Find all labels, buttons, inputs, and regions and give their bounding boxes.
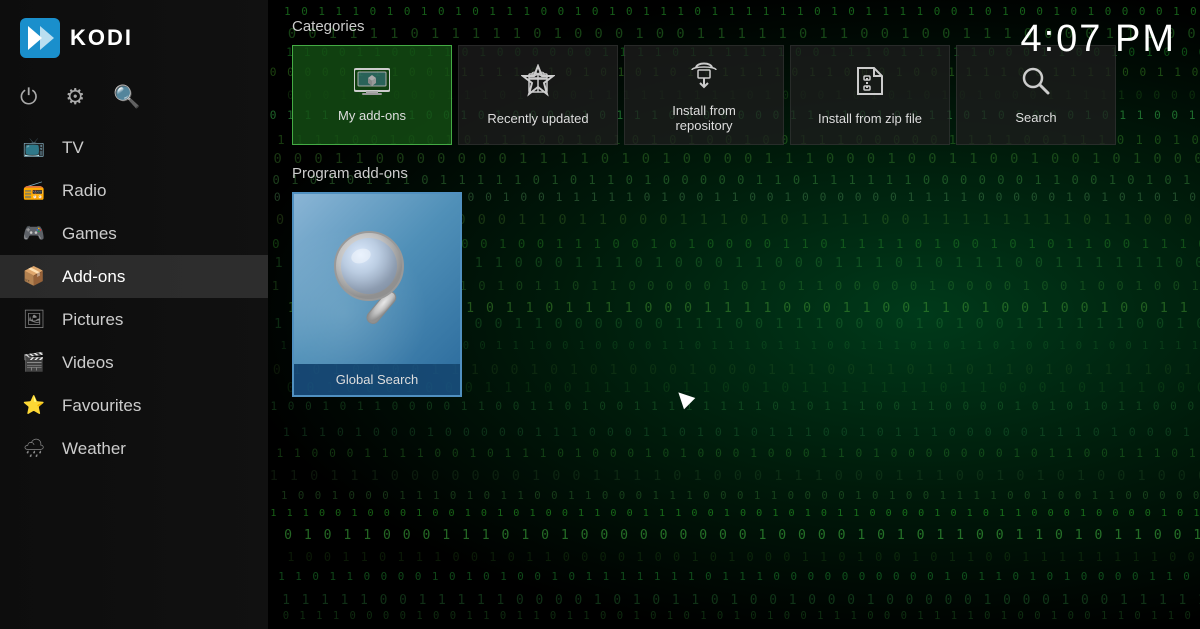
my-addons-label: My add-ons (338, 108, 406, 123)
sidebar-label-videos: Videos (62, 353, 114, 373)
sidebar-item-tv[interactable]: 📺 TV (0, 126, 268, 169)
content-area: 4:07 PM Categories (268, 0, 1200, 629)
power-button[interactable]: ⏻ (20, 84, 37, 110)
sidebar-label-weather: Weather (62, 439, 126, 459)
kodi-logo-icon (20, 18, 60, 58)
sidebar-item-addons[interactable]: 📦 Add-ons (0, 255, 268, 298)
sidebar-label-tv: TV (62, 138, 84, 158)
search-label: Search (1015, 110, 1056, 125)
sidebar-icon-row: ⏻ ⚙ 🔍 (0, 76, 268, 126)
install-from-repo-label: Install from repository (672, 103, 736, 133)
my-addons-icon (354, 67, 390, 102)
sidebar-item-radio[interactable]: 📻 Radio (0, 169, 268, 212)
sidebar-label-games: Games (62, 224, 117, 244)
program-addons-label: Program add-ons (292, 165, 1176, 182)
addon-thumbnail (294, 194, 460, 364)
tv-icon: 📺 (22, 137, 46, 158)
sidebar-label-radio: Radio (62, 181, 106, 201)
favourites-icon: ⭐ (22, 395, 46, 416)
sidebar-item-favourites[interactable]: ⭐ Favourites (0, 384, 268, 427)
app-title: KODI (70, 25, 133, 51)
radio-icon: 📻 (22, 180, 46, 201)
addon-tile-global-search[interactable]: Global Search (292, 192, 462, 397)
category-recently-updated[interactable]: Recently updated (458, 45, 618, 145)
sidebar-header: KODI (0, 0, 268, 76)
sidebar-item-weather[interactable]: 🌧 Weather (0, 427, 268, 470)
settings-button[interactable]: ⚙ (65, 84, 85, 110)
addons-icon: 📦 (22, 266, 46, 287)
addons-row: Global Search (292, 192, 1176, 397)
sidebar-label-pictures: Pictures (62, 310, 123, 330)
category-my-addons[interactable]: My add-ons (292, 45, 452, 145)
sidebar-item-games[interactable]: 🎮 Games (0, 212, 268, 255)
search-button[interactable]: 🔍 (113, 84, 140, 110)
sidebar-label-addons: Add-ons (62, 267, 125, 287)
category-install-from-zip[interactable]: Install from zip file (790, 45, 950, 145)
sidebar: KODI ⏻ ⚙ 🔍 📺 TV 📻 Radio 🎮 Games 📦 Add-on… (0, 0, 268, 629)
videos-icon: 🎬 (22, 352, 46, 373)
pictures-icon: 🖼 (22, 309, 46, 330)
category-search-icon (1020, 65, 1052, 104)
recently-updated-icon (521, 64, 555, 105)
time-display: 4:07 PM (1020, 18, 1176, 61)
install-from-zip-label: Install from zip file (818, 111, 922, 126)
program-addons-section: Program add-ons (292, 165, 1176, 397)
sidebar-label-favourites: Favourites (62, 396, 141, 416)
magnifier-icon (327, 224, 427, 334)
install-from-repo-icon (686, 58, 722, 97)
main-nav: 📺 TV 📻 Radio 🎮 Games 📦 Add-ons 🖼 Picture… (0, 126, 268, 629)
sidebar-item-pictures[interactable]: 🖼 Pictures (0, 298, 268, 341)
main-content: 1 0 1 1 1 0 1 0 1 0 1 0 1 1 1 0 0 1 0 1 … (268, 0, 1200, 629)
sidebar-item-videos[interactable]: 🎬 Videos (0, 341, 268, 384)
weather-icon: 🌧 (22, 438, 46, 459)
games-icon: 🎮 (22, 223, 46, 244)
recently-updated-label: Recently updated (487, 111, 588, 126)
category-install-from-repo[interactable]: Install from repository (624, 45, 784, 145)
addon-name-label: Global Search (294, 364, 460, 395)
install-from-zip-icon (854, 64, 886, 105)
